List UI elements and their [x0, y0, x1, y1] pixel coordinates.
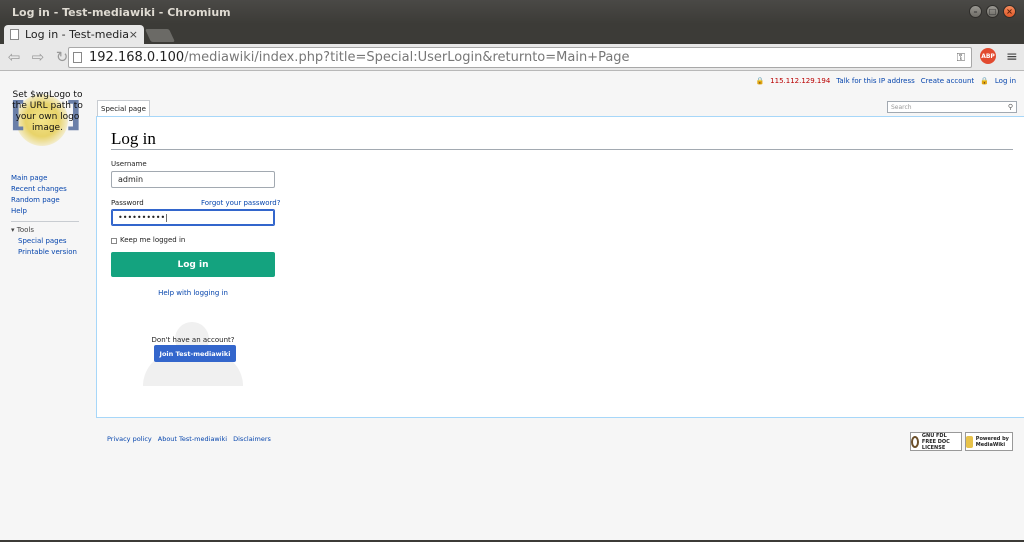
adblock-icon[interactable]: ABP — [980, 48, 996, 64]
join-button[interactable]: Join Test-mediawiki — [154, 345, 236, 362]
new-tab-button[interactable] — [144, 29, 176, 42]
sidebar-item-special-pages[interactable]: Special pages — [11, 236, 79, 247]
gnu-badge-text: GNU FDL FREE DOC LICENSE — [921, 432, 950, 451]
logo-text: Set $wgLogo to the URL path to your own … — [12, 90, 83, 133]
about-link[interactable]: About Test-mediawiki — [158, 435, 227, 443]
username-label: Username — [111, 160, 147, 168]
tools-heading[interactable]: ▾ Tools — [11, 221, 79, 236]
password-label: Password — [111, 199, 144, 207]
mediawiki-icon — [966, 435, 973, 448]
minimize-icon[interactable]: – — [969, 5, 982, 18]
back-icon[interactable]: ⇦ — [4, 47, 24, 67]
forgot-password-link[interactable]: Forgot your password? — [201, 199, 280, 207]
sidebar-item-random-page[interactable]: Random page — [11, 195, 79, 206]
keep-logged-in-checkbox[interactable] — [111, 238, 117, 244]
page-title: Log in — [111, 129, 156, 148]
page-viewport: 🔒 115.112.129.194 Talk for this IP addre… — [0, 72, 1024, 540]
sidebar-item-help[interactable]: Help — [11, 206, 79, 217]
help-login-link[interactable]: Help with logging in — [111, 289, 275, 297]
title-divider — [111, 149, 1013, 150]
gnu-fdl-badge[interactable]: GNU FDL FREE DOC LICENSE — [910, 432, 962, 451]
tab-title: Log in - Test-mediawiki — [25, 28, 129, 41]
site-logo[interactable]: [ ] Set $wgLogo to the URL path to your … — [10, 90, 85, 146]
menu-icon[interactable]: ≡ — [1006, 49, 1018, 65]
window-title: Log in - Test-mediawiki - Chromium — [12, 5, 231, 19]
tab-special-page[interactable]: Special page — [97, 100, 150, 116]
login-icon: 🔒 — [980, 77, 989, 85]
search-input[interactable]: Search ⚲ — [887, 101, 1017, 113]
no-account-text: Don't have an account? — [151, 336, 235, 344]
sidebar-item-main-page[interactable]: Main page — [11, 173, 79, 184]
ip-address-link[interactable]: 115.112.129.194 — [770, 77, 830, 85]
mediawiki-badge-text: Powered by MediaWiki — [975, 435, 1009, 448]
close-window-icon[interactable]: × — [1003, 5, 1016, 18]
personal-tools: 🔒 115.112.129.194 Talk for this IP addre… — [755, 77, 1016, 85]
window-titlebar: Log in - Test-mediawiki - Chromium – □ × — [0, 0, 1024, 24]
search-icon[interactable]: ⚲ — [1008, 103, 1013, 111]
browser-tab[interactable]: Log in - Test-mediawiki × — [4, 25, 144, 44]
disclaimers-link[interactable]: Disclaimers — [233, 435, 271, 443]
content-area: Log in Username admin Password Forgot yo… — [96, 116, 1024, 418]
footer-links: Privacy policy About Test-mediawiki Disc… — [107, 435, 271, 443]
sidebar-navigation: Main page Recent changes Random page Hel… — [11, 173, 79, 258]
window-controls: – □ × — [969, 5, 1016, 18]
username-input[interactable]: admin — [111, 171, 275, 188]
address-bar[interactable]: 192.168.0.100/mediawiki/index.php?title=… — [68, 47, 972, 68]
gnu-icon — [911, 435, 919, 448]
tools-heading-label: Tools — [16, 226, 34, 234]
browser-toolbar: ⇦ ⇨ ↻ 192.168.0.100/mediawiki/index.php?… — [0, 44, 1024, 71]
page-icon — [10, 29, 19, 40]
sidebar-item-printable-version[interactable]: Printable version — [11, 247, 79, 258]
mediawiki-badge[interactable]: Powered by MediaWiki — [965, 432, 1013, 451]
login-link[interactable]: Log in — [995, 77, 1016, 85]
key-icon[interactable]: ⚿ — [957, 51, 965, 65]
login-button[interactable]: Log in — [111, 252, 275, 277]
maximize-icon[interactable]: □ — [986, 5, 999, 18]
tab-strip: Log in - Test-mediawiki × — [0, 24, 1024, 44]
talk-link[interactable]: Talk for this IP address — [836, 77, 915, 85]
user-icon: 🔒 — [755, 77, 765, 85]
sidebar-item-recent-changes[interactable]: Recent changes — [11, 184, 79, 195]
password-input[interactable]: ••••••••••| — [111, 209, 275, 226]
keep-logged-in-label: Keep me logged in — [120, 236, 186, 244]
url-host: 192.168.0.100 — [89, 50, 185, 65]
url-path: /mediawiki/index.php?title=Special:UserL… — [184, 50, 630, 65]
privacy-policy-link[interactable]: Privacy policy — [107, 435, 152, 443]
forward-icon[interactable]: ⇨ — [28, 47, 48, 67]
tab-close-icon[interactable]: × — [129, 28, 138, 41]
search-placeholder: Search — [891, 103, 912, 111]
create-account-link[interactable]: Create account — [921, 77, 974, 85]
page-icon — [73, 52, 82, 63]
